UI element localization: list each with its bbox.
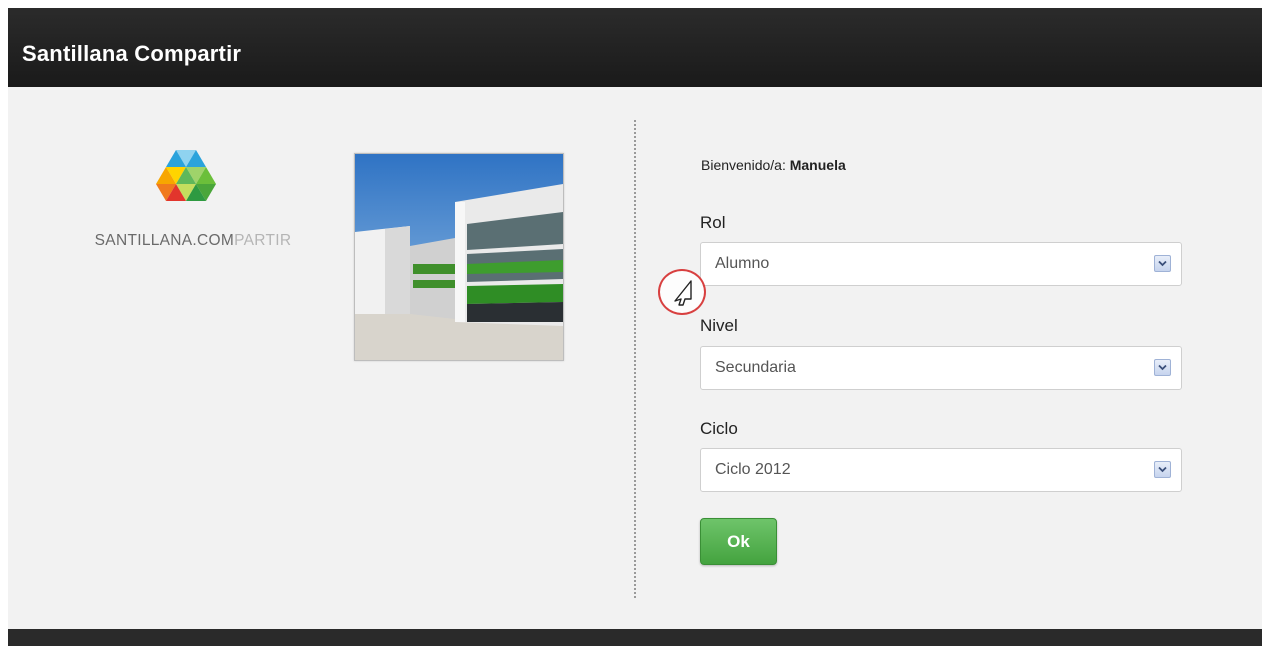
- rol-select-value: Alumno: [715, 255, 770, 272]
- ciclo-label: Ciclo: [700, 419, 738, 438]
- santillana-logo: SANTILLANA.COMPARTIR: [54, 150, 344, 250]
- app-window: Santillana Compartir SANTILLANA.COMPARTI…: [8, 8, 1262, 646]
- chevron-down-icon[interactable]: [1154, 461, 1171, 478]
- building-image: [355, 154, 563, 360]
- ok-button[interactable]: Ok: [700, 518, 777, 565]
- logo-triangles-icon: [156, 150, 216, 201]
- vertical-divider: [634, 120, 636, 598]
- chevron-down-icon[interactable]: [1154, 359, 1171, 376]
- rol-select[interactable]: Alumno: [700, 242, 1182, 286]
- nivel-select[interactable]: Secundaria: [700, 346, 1182, 390]
- welcome-message: Bienvenido/a: Manuela: [701, 157, 846, 173]
- ciclo-select-value: Ciclo 2012: [715, 461, 791, 478]
- nivel-label: Nivel: [700, 316, 738, 335]
- user-name: Manuela: [789, 157, 846, 173]
- app-footer: [8, 629, 1262, 646]
- rol-label: Rol: [700, 213, 726, 232]
- chevron-down-icon[interactable]: [1154, 255, 1171, 272]
- pointer-cursor-icon: [674, 280, 692, 306]
- nivel-select-value: Secundaria: [715, 359, 796, 376]
- ciclo-select[interactable]: Ciclo 2012: [700, 448, 1182, 492]
- app-title: Santillana Compartir: [22, 41, 242, 66]
- cursor-highlight: [658, 269, 706, 315]
- logo-wordmark: SANTILLANA.COMPARTIR: [94, 232, 292, 249]
- school-building-photo: [354, 153, 564, 361]
- app-header: Santillana Compartir: [8, 8, 1262, 87]
